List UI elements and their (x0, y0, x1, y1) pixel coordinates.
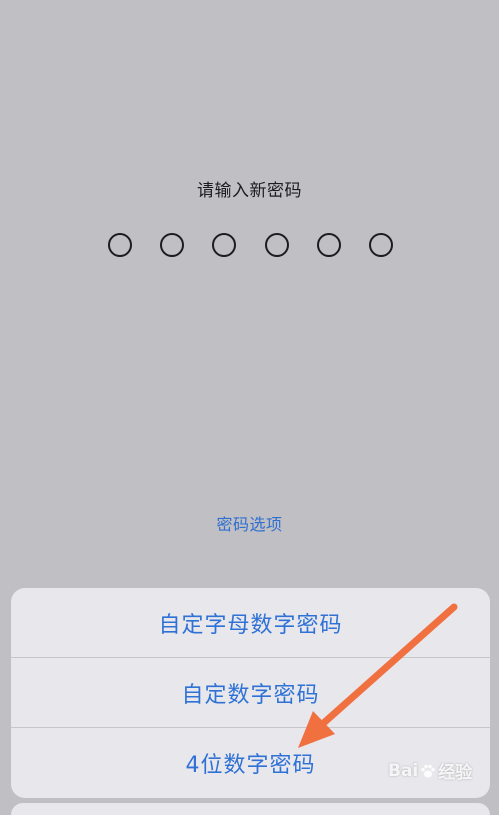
passcode-dot (316, 233, 341, 257)
passcode-prompt: 请输入新密码 (197, 181, 302, 201)
watermark-text-right: 经验 (438, 763, 473, 783)
cancel-sheet-edge[interactable] (11, 803, 490, 815)
paw-icon (421, 764, 436, 777)
watermark-text-left: Bai (388, 760, 419, 781)
passcode-dot (108, 233, 132, 257)
passcode-dot (160, 233, 185, 257)
passcode-dot (212, 233, 237, 257)
passcode-dot (368, 233, 393, 257)
custom-numeric-option[interactable]: 自定数字密码 (11, 658, 490, 728)
passcode-dot (264, 233, 289, 257)
baidu-watermark: Bai 经验 (388, 758, 473, 784)
passcode-dots (108, 233, 393, 257)
passcode-options-link[interactable]: 密码选项 (0, 511, 499, 535)
custom-alphanumeric-option[interactable]: 自定字母数字密码 (11, 588, 490, 658)
passcode-screen: 请输入新密码 密码选项 自定字母数字密码 自定数字密码 4位数字密码 Bai 经… (0, 0, 499, 815)
